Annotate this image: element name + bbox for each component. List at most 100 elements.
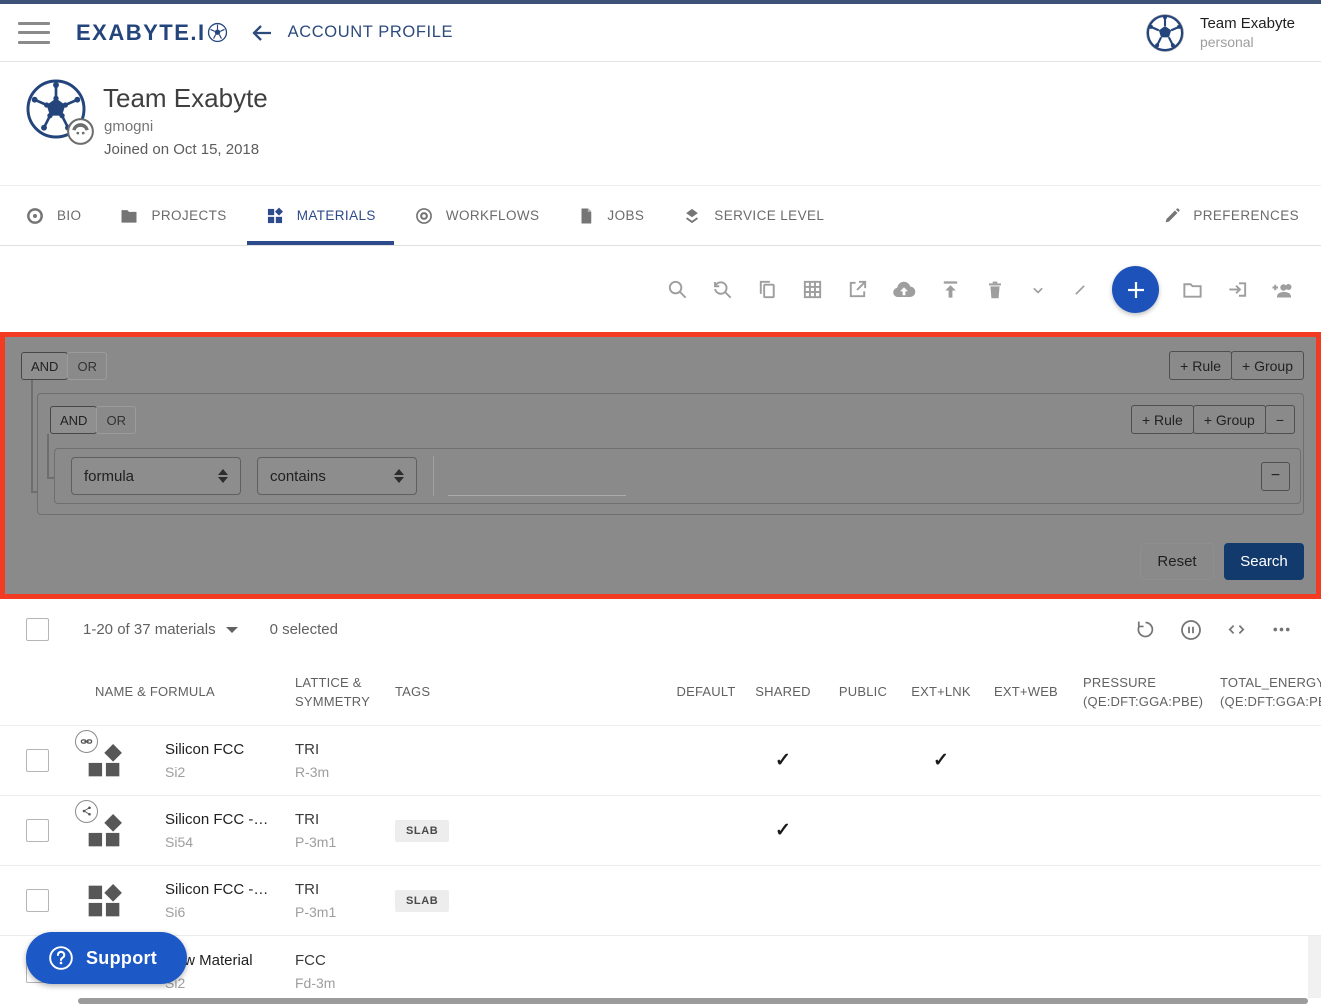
profile-joined-date: Joined on Oct 15, 2018 xyxy=(104,141,259,158)
workflows-icon xyxy=(414,206,434,226)
add-group-icon[interactable] xyxy=(1271,278,1297,302)
bio-icon xyxy=(25,206,45,226)
reset-button[interactable]: Reset xyxy=(1140,543,1214,580)
row-checkbox[interactable] xyxy=(26,889,49,912)
rule-operator-value: contains xyxy=(270,468,394,485)
lattice-type: TRI xyxy=(295,811,370,828)
col-name-formula[interactable]: NAME & FORMULA xyxy=(64,683,270,702)
inner-and-or-toggle: AND OR xyxy=(50,406,136,434)
exabyte-logo[interactable]: EXABYTE.I xyxy=(76,20,228,46)
profile-name: Team Exabyte xyxy=(103,83,268,114)
pencil-icon xyxy=(1163,207,1181,225)
inner-and-button[interactable]: AND xyxy=(50,406,97,434)
lattice-type: FCC xyxy=(295,952,370,969)
symmetry-group: R-3m xyxy=(295,764,370,780)
rule-field-value: formula xyxy=(84,468,218,485)
select-arrows-icon xyxy=(394,469,404,483)
search-button[interactable]: Search xyxy=(1224,543,1304,580)
col-default[interactable]: DEFAULT xyxy=(670,683,742,702)
share-badge-icon xyxy=(75,800,98,823)
outer-or-button[interactable]: OR xyxy=(67,352,107,380)
inner-add-rule-button[interactable]: + Rule xyxy=(1131,405,1194,434)
col-tags[interactable]: TAGS xyxy=(370,683,670,702)
row-checkbox[interactable] xyxy=(26,749,49,772)
inner-add-group-button[interactable]: + Group xyxy=(1193,405,1266,434)
col-lattice-symmetry[interactable]: LATTICE & SYMMETRY xyxy=(270,674,370,712)
inner-or-button[interactable]: OR xyxy=(96,406,136,434)
tab-bio-label: BIO xyxy=(57,208,81,223)
upload-icon[interactable] xyxy=(939,278,962,301)
chevron-down-icon[interactable] xyxy=(1028,280,1048,300)
pause-circle-icon[interactable] xyxy=(1179,618,1203,642)
outer-add-group-button[interactable]: + Group xyxy=(1231,351,1304,380)
material-name[interactable]: Silicon FCC -… xyxy=(165,881,270,898)
col-shared[interactable]: SHARED xyxy=(742,683,824,702)
rule-value-wrap xyxy=(433,456,626,496)
cloud-upload-icon[interactable] xyxy=(891,277,917,303)
account-chip[interactable]: Team Exabyte personal xyxy=(1144,12,1295,54)
rule-operator-select[interactable]: contains xyxy=(257,457,417,495)
row-checkbox[interactable] xyxy=(26,819,49,842)
folder-icon[interactable] xyxy=(1181,278,1204,301)
outer-add-rule-button[interactable]: + Rule xyxy=(1169,351,1232,380)
more-horiz-icon[interactable] xyxy=(1270,618,1293,642)
outer-and-button[interactable]: AND xyxy=(21,352,68,380)
rule-value-input[interactable] xyxy=(448,470,626,496)
avatar xyxy=(1144,12,1186,54)
profile-section: Team Exabyte gmogni Joined on Oct 15, 20… xyxy=(0,63,1321,185)
menu-icon[interactable] xyxy=(18,22,50,44)
select-all-checkbox[interactable] xyxy=(26,618,49,641)
col-public[interactable]: PUBLIC xyxy=(824,683,902,702)
col-ext-lnk[interactable]: EXT+LNK xyxy=(902,683,980,702)
open-in-new-icon[interactable] xyxy=(846,278,869,301)
col-ext-web[interactable]: EXT+WEB xyxy=(980,683,1072,702)
link-badge-icon xyxy=(75,730,98,753)
query-builder-actions: Reset Search xyxy=(1140,543,1304,580)
table-row[interactable]: Silicon FCC -…Si6 TRIP-3m1 SLAB xyxy=(0,866,1321,936)
material-formula: Si54 xyxy=(165,834,270,850)
table-row[interactable]: Silicon FCC -…Si54 TRIP-3m1 SLAB ✓ xyxy=(0,796,1321,866)
tab-preferences[interactable]: PREFERENCES xyxy=(1163,186,1299,245)
tab-materials[interactable]: MATERIALS xyxy=(265,186,376,245)
search-icon[interactable] xyxy=(666,278,689,301)
code-icon[interactable] xyxy=(1225,618,1248,642)
remove-group-button[interactable]: − xyxy=(1265,405,1295,434)
rule-field-select[interactable]: formula xyxy=(71,457,241,495)
col-total-energy[interactable]: TOTAL_ENERGY (QE:DFT:GGA:PBE) xyxy=(1209,674,1321,712)
profile-username: gmogni xyxy=(104,118,153,135)
add-material-button[interactable] xyxy=(1112,266,1159,313)
material-formula: Si2 xyxy=(165,975,270,991)
tab-workflows[interactable]: WORKFLOWS xyxy=(414,186,540,245)
tag-chip: SLAB xyxy=(395,890,449,912)
material-name[interactable]: Silicon FCC xyxy=(165,741,270,758)
tab-projects[interactable]: PROJECTS xyxy=(119,186,226,245)
tab-bio[interactable]: BIO xyxy=(25,186,81,245)
refresh-icon[interactable] xyxy=(1134,618,1157,642)
tab-jobs[interactable]: JOBS xyxy=(577,186,644,245)
tag-chip: SLAB xyxy=(395,820,449,842)
selected-count: 0 selected xyxy=(270,621,338,638)
table-row[interactable]: New MaterialSi2 FCCFd-3m xyxy=(0,936,1321,1004)
table-row[interactable]: Silicon FCCSi2 TRIR-3m ✓ ✓ xyxy=(0,726,1321,796)
symmetry-group: Fd-3m xyxy=(295,975,370,991)
back-arrow-icon[interactable] xyxy=(250,21,274,45)
import-icon[interactable] xyxy=(1226,278,1249,301)
col-pressure[interactable]: PRESSURE (QE:DFT:GGA:PBE) xyxy=(1072,674,1209,712)
materials-tiles-icon xyxy=(265,206,285,226)
support-button[interactable]: Support xyxy=(26,932,187,984)
vertical-scrollbar-track[interactable] xyxy=(1308,936,1321,998)
chevron-up-icon[interactable] xyxy=(1070,280,1090,300)
grid-icon[interactable] xyxy=(801,278,824,301)
outer-and-or-toggle: AND OR xyxy=(21,352,107,380)
shared-mark: ✓ xyxy=(742,749,824,772)
material-name[interactable]: Silicon FCC -… xyxy=(165,811,270,828)
user-face-badge-icon xyxy=(67,118,94,145)
delete-icon[interactable] xyxy=(984,279,1006,301)
horizontal-scrollbar[interactable] xyxy=(78,998,1308,1004)
tab-service-level[interactable]: SERVICE LEVEL xyxy=(682,186,824,245)
copy-icon[interactable] xyxy=(756,278,779,301)
plus-icon xyxy=(1124,278,1148,302)
remove-rule-button[interactable]: − xyxy=(1261,462,1290,491)
pagination-summary[interactable]: 1-20 of 37 materials xyxy=(83,621,238,638)
search-again-icon[interactable] xyxy=(711,278,734,301)
